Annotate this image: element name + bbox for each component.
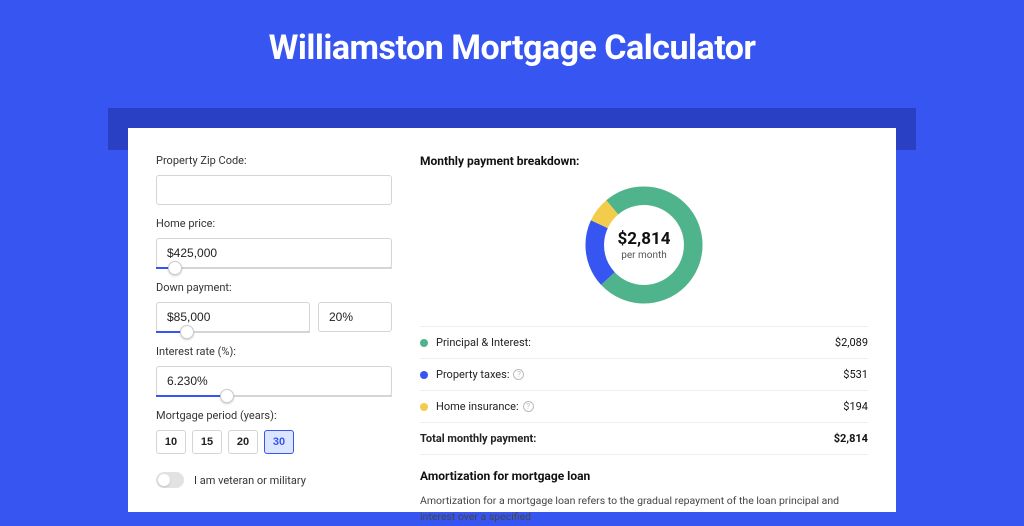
period-buttons: 10152030 [156,430,392,454]
donut-value: $2,814 [618,229,671,249]
info-icon[interactable]: ? [523,401,534,412]
down-payment-slider-thumb[interactable] [180,325,194,339]
interest-field: Interest rate (%): [156,345,392,397]
interest-slider[interactable] [156,395,392,397]
zip-field: Property Zip Code: [156,154,392,205]
down-payment-pct-input[interactable] [318,302,392,332]
breakdown-title: Monthly payment breakdown: [420,154,868,168]
down-payment-label: Down payment: [156,281,392,294]
amortization-text: Amortization for a mortgage loan refers … [420,493,868,526]
home-price-label: Home price: [156,217,392,230]
amortization-section: Amortization for mortgage loan Amortizat… [420,469,868,526]
breakdown-row: Property taxes:?$531 [420,359,868,391]
breakdown-column: Monthly payment breakdown: $2,814 per mo… [420,154,868,512]
down-payment-slider[interactable] [156,331,310,333]
veteran-label: I am veteran or military [194,474,306,487]
breakdown-total-row: Total monthly payment:$2,814 [420,423,868,455]
legend-dot [420,339,428,347]
home-price-slider[interactable] [156,267,392,269]
zip-input[interactable] [156,175,392,205]
veteran-toggle[interactable] [156,472,184,488]
interest-label: Interest rate (%): [156,345,392,358]
period-field: Mortgage period (years): 10152030 [156,409,392,454]
interest-slider-fill [156,395,227,397]
breakdown-total-label: Total monthly payment: [420,432,834,445]
amortization-title: Amortization for mortgage loan [420,469,868,483]
donut-sub: per month [621,250,667,261]
home-price-field: Home price: [156,217,392,269]
page-title: Williamston Mortgage Calculator [0,0,1024,88]
interest-slider-thumb[interactable] [220,389,234,403]
zip-label: Property Zip Code: [156,154,392,167]
breakdown-total-value: $2,814 [834,432,868,445]
breakdown-value: $531 [843,368,868,381]
home-price-input[interactable] [156,238,392,268]
breakdown-list: Principal & Interest:$2,089Property taxe… [420,326,868,455]
breakdown-label: Home insurance:? [436,400,843,413]
breakdown-value: $194 [843,400,868,413]
period-button-30[interactable]: 30 [264,430,294,454]
legend-dot [420,371,428,379]
breakdown-value: $2,089 [835,336,868,349]
period-button-10[interactable]: 10 [156,430,186,454]
donut-wrap: $2,814 per month [420,180,868,310]
form-column: Property Zip Code: Home price: Down paym… [156,154,392,512]
down-payment-field: Down payment: [156,281,392,333]
breakdown-label: Principal & Interest: [436,336,835,349]
home-price-slider-thumb[interactable] [168,261,182,275]
breakdown-row: Principal & Interest:$2,089 [420,327,868,359]
donut-center: $2,814 per month [579,180,709,310]
breakdown-row: Home insurance:?$194 [420,391,868,423]
veteran-row: I am veteran or military [156,472,392,488]
veteran-toggle-knob [158,474,170,486]
legend-dot [420,403,428,411]
period-button-15[interactable]: 15 [192,430,222,454]
donut-chart: $2,814 per month [579,180,709,310]
period-label: Mortgage period (years): [156,409,392,422]
calculator-card: Property Zip Code: Home price: Down paym… [128,128,896,512]
down-payment-input[interactable] [156,302,310,332]
interest-input[interactable] [156,366,392,396]
breakdown-label: Property taxes:? [436,368,843,381]
period-button-20[interactable]: 20 [228,430,258,454]
info-icon[interactable]: ? [513,369,524,380]
